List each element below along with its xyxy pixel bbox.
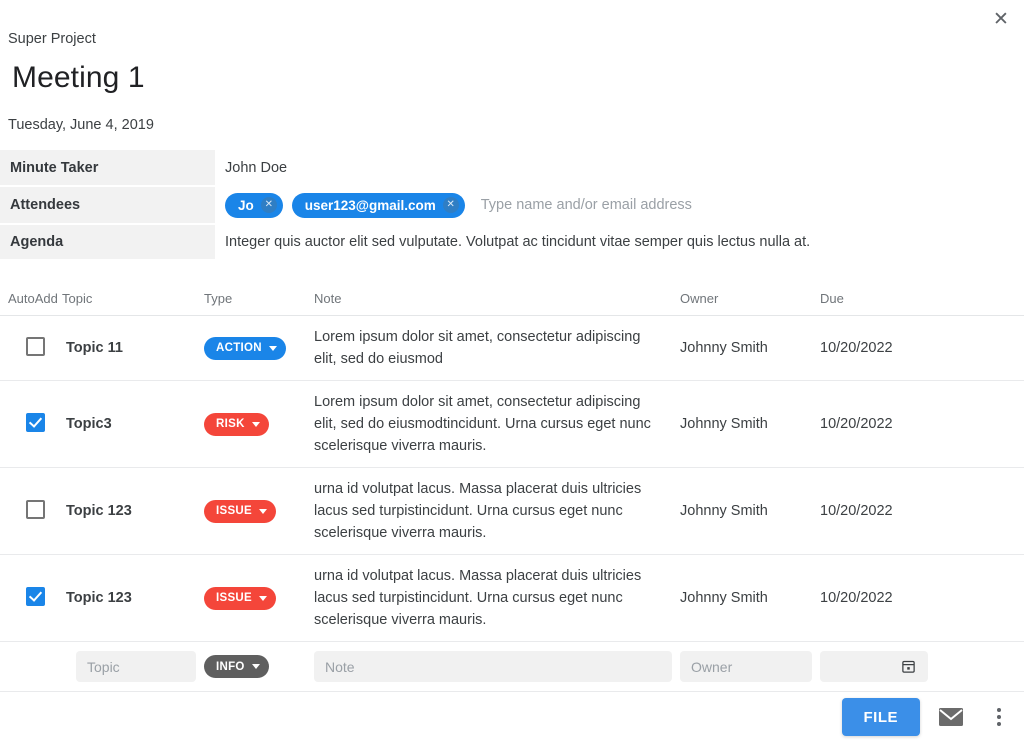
- owner-cell[interactable]: Johnny Smith: [680, 467, 820, 555]
- footer-actions: FILE: [841, 698, 1017, 736]
- type-badge-label: ISSUE: [216, 592, 253, 604]
- table-row: Topic 11 ACTION Lorem ipsum dolor sit amet…: [0, 315, 1024, 381]
- meeting-header: Super Project Meeting 1 Tuesday, June 4,…: [0, 0, 1024, 134]
- autoadd-checkbox[interactable]: [26, 499, 45, 519]
- type-cell: ISSUE: [204, 467, 314, 555]
- autoadd-checkbox[interactable]: [26, 586, 45, 606]
- attendee-input[interactable]: [473, 196, 774, 214]
- remove-attendee-icon[interactable]: ✕: [442, 197, 459, 213]
- email-button[interactable]: [934, 700, 968, 734]
- more-options-button[interactable]: [982, 700, 1016, 734]
- calendar-icon: [902, 660, 915, 673]
- type-badge-label: ISSUE: [216, 505, 253, 517]
- type-select-badge[interactable]: INFO: [204, 655, 269, 678]
- meeting-info-table: Minute Taker John Doe Attendees Jo ✕ use…: [0, 150, 1024, 261]
- attendee-chip[interactable]: Jo ✕: [225, 192, 283, 218]
- note-cell[interactable]: Lorem ipsum dolor sit amet, consectetur …: [314, 380, 680, 468]
- column-header-note: Note: [314, 291, 680, 316]
- topic-cell[interactable]: Topic3: [62, 380, 204, 468]
- attendee-chip-label: Jo: [238, 197, 254, 213]
- attendees-value: Jo ✕ user123@gmail.com ✕: [215, 186, 1024, 224]
- type-cell: ISSUE: [204, 554, 314, 642]
- owner-cell[interactable]: Johnny Smith: [680, 380, 820, 468]
- new-entry-row: INFO: [0, 641, 1024, 692]
- kebab-menu-icon: [997, 708, 1001, 726]
- column-header-due: Due: [820, 291, 1024, 316]
- column-header-topic: Topic: [62, 291, 204, 316]
- new-entry-topic-cell: [0, 641, 204, 692]
- type-cell: RISK: [204, 380, 314, 468]
- due-cell[interactable]: 10/20/2022: [820, 380, 1024, 468]
- agenda-value[interactable]: Integer quis auctor elit sed vulputate. …: [215, 224, 1024, 260]
- note-cell[interactable]: Lorem ipsum dolor sit amet, consectetur …: [314, 315, 680, 381]
- info-row-agenda: Agenda Integer quis auctor elit sed vulp…: [0, 224, 1024, 261]
- chevron-down-icon: [251, 421, 260, 427]
- type-badge[interactable]: ISSUE: [204, 499, 277, 523]
- note-cell[interactable]: urna id volutpat lacus. Massa placerat d…: [314, 554, 680, 642]
- table-row: Topic3 RISK Lorem ipsum dolor sit amet, co…: [0, 380, 1024, 468]
- page-title: Meeting 1: [12, 61, 145, 94]
- info-row-minute-taker: Minute Taker John Doe: [0, 150, 1024, 187]
- remove-attendee-icon[interactable]: ✕: [260, 197, 277, 213]
- owner-cell[interactable]: Johnny Smith: [680, 554, 820, 642]
- topic-cell[interactable]: Topic 123: [62, 467, 204, 555]
- attendee-chip-list: Jo ✕ user123@gmail.com ✕: [225, 192, 1023, 218]
- table-header-row: AutoAdd Topic Type Note Owner Due: [0, 291, 1024, 316]
- chevron-down-icon: [268, 345, 277, 351]
- agenda-label: Agenda: [0, 224, 215, 261]
- agenda-items-table: AutoAdd Topic Type Note Owner Due Topic …: [0, 291, 1024, 692]
- type-badge-label: ACTION: [216, 342, 262, 354]
- column-header-type: Type: [204, 291, 314, 316]
- type-badge[interactable]: ISSUE: [204, 586, 277, 610]
- table-row: Topic 123 ISSUE urna id volutpat lacus. Ma…: [0, 554, 1024, 642]
- envelope-icon: [939, 708, 963, 726]
- owner-cell[interactable]: Johnny Smith: [680, 315, 820, 381]
- agenda-items-body: Topic 11 ACTION Lorem ipsum dolor sit amet…: [0, 315, 1024, 642]
- attendees-label: Attendees: [0, 186, 215, 225]
- column-header-autoadd: AutoAdd: [0, 291, 62, 316]
- close-icon[interactable]: ✕: [984, 2, 1018, 36]
- owner-input[interactable]: [680, 651, 812, 682]
- chevron-down-icon: [259, 508, 268, 514]
- new-entry-note-cell: [314, 641, 680, 692]
- meeting-date: Tuesday, June 4, 2019: [8, 117, 154, 133]
- chevron-down-icon: [259, 595, 268, 601]
- autoadd-cell: [0, 380, 62, 468]
- topic-cell[interactable]: Topic 123: [62, 554, 204, 642]
- note-cell[interactable]: urna id volutpat lacus. Massa placerat d…: [314, 467, 680, 555]
- new-entry-due-cell: [820, 641, 1024, 692]
- due-date-picker[interactable]: [820, 651, 928, 682]
- note-input[interactable]: [314, 651, 672, 682]
- autoadd-checkbox[interactable]: [26, 336, 45, 356]
- project-name: Super Project: [8, 31, 96, 47]
- autoadd-checkbox[interactable]: [26, 412, 45, 432]
- file-button[interactable]: FILE: [841, 698, 920, 736]
- new-entry-owner-cell: [680, 641, 820, 692]
- type-cell: ACTION: [204, 315, 314, 381]
- new-entry-type-cell: INFO: [204, 641, 314, 692]
- new-entry-body: INFO: [0, 641, 1024, 692]
- autoadd-cell: [0, 315, 62, 381]
- type-badge-label: RISK: [216, 418, 245, 430]
- type-select-label: INFO: [216, 660, 245, 673]
- type-badge[interactable]: RISK: [204, 412, 269, 436]
- minute-taker-label: Minute Taker: [0, 150, 215, 187]
- attendee-chip[interactable]: user123@gmail.com ✕: [291, 192, 465, 218]
- minute-taker-value[interactable]: John Doe: [215, 150, 1024, 186]
- topic-cell[interactable]: Topic 11: [62, 315, 204, 381]
- column-header-owner: Owner: [680, 291, 820, 316]
- autoadd-cell: [0, 467, 62, 555]
- chevron-down-icon: [251, 664, 260, 669]
- attendee-chip-label: user123@gmail.com: [304, 197, 436, 213]
- due-cell[interactable]: 10/20/2022: [820, 315, 1024, 381]
- topic-input[interactable]: [76, 651, 196, 682]
- table-row: Topic 123 ISSUE urna id volutpat lacus. Ma…: [0, 467, 1024, 555]
- autoadd-cell: [0, 554, 62, 642]
- due-cell[interactable]: 10/20/2022: [820, 467, 1024, 555]
- type-badge[interactable]: ACTION: [204, 336, 286, 360]
- due-cell[interactable]: 10/20/2022: [820, 554, 1024, 642]
- info-row-attendees: Attendees Jo ✕ user123@gmail.com ✕: [0, 186, 1024, 225]
